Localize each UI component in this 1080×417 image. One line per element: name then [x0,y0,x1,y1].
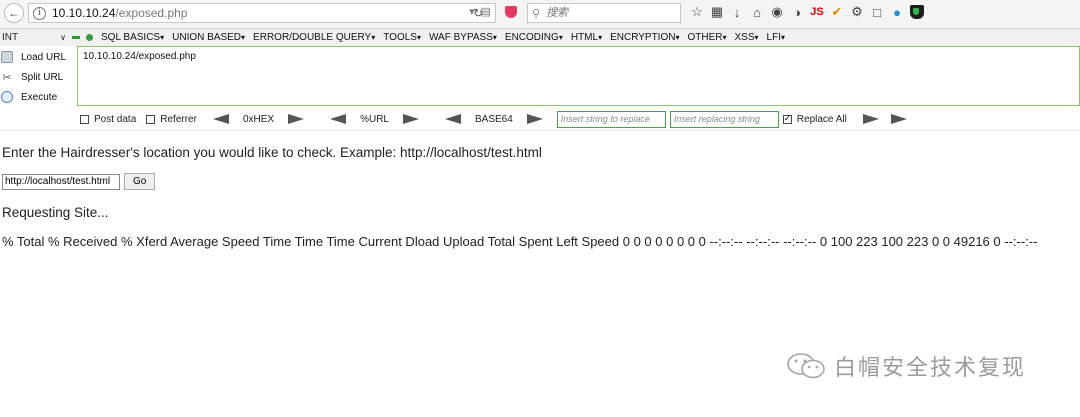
menu-label: ERROR/DOUBLE QUERY [253,32,372,43]
base64-encode-arrow-icon[interactable] [526,114,543,124]
chevron-down-icon: ∨ [60,33,66,42]
url-path: /exposed.php [115,6,188,20]
url-host: 10.10.10.24 [52,6,116,20]
checkbox-box-checked[interactable] [782,113,792,124]
screenshot-icon[interactable]: □ [870,5,884,20]
menu-label: LFI [766,32,781,43]
split-url-button[interactable]: ✂ Split URL [0,71,64,85]
menu-waf-bypass[interactable]: WAF BYPASS▾ [429,32,497,43]
replace-string-input[interactable]: Insert string to replace [556,110,666,128]
menu-encryption[interactable]: ENCRYPTION▾ [610,32,679,43]
bookmark-star-icon[interactable]: ☆ [690,4,704,20]
minus-icon[interactable] [72,36,80,39]
search-icon: ⚲ [532,7,541,20]
checkbox-box[interactable] [146,114,156,124]
referrer-checkbox[interactable]: Referrer [146,114,197,125]
divider [0,130,1080,131]
location-form: Go [2,173,156,190]
hex-decode-arrow-icon[interactable] [212,114,229,124]
globe-icon[interactable]: ● [890,5,904,20]
back-arrow-icon[interactable]: ← [4,3,24,23]
url-enc-label: %URL [360,113,389,125]
menu-xss[interactable]: XSS▾ [735,32,759,43]
post-data-checkbox[interactable]: Post data [80,114,136,125]
checkbox-box[interactable] [80,114,89,124]
menu-other[interactable]: OTHER▾ [687,32,726,43]
post-data-label: Post data [94,113,137,125]
shield-icon[interactable] [910,5,924,19]
address-text: 10.10.10.24/exposed.php [52,6,187,20]
split-url-label: Split URL [21,71,64,83]
menu-label: OTHER [687,32,723,43]
wechat-icon [787,353,825,379]
replacing-string-input[interactable]: Insert replacing string [669,110,779,128]
load-url-icon [1,51,13,63]
menu-label: SQL BASICS [101,32,161,43]
replace-all-label: Replace All [796,113,847,125]
menu-encoding[interactable]: ENCODING▾ [505,32,563,43]
referrer-label: Referrer [160,113,197,125]
menu-label: ENCRYPTION [610,32,676,43]
hackbar-menu: INT ∨ SQL BASICS▾ UNION BASED▾ ERROR/DOU… [0,29,1080,46]
pocket-icon[interactable] [505,6,517,18]
brush-icon[interactable]: ✔ [830,4,844,20]
replace-all-arrow-icon[interactable] [890,114,907,124]
info-icon[interactable]: i [33,6,46,20]
scissors-icon: ✂ [2,72,12,84]
menu-label: ENCODING [504,32,559,43]
browser-toolbar: ← i 10.10.10.24/exposed.php ▾ ▤ ↻ ⚲ ☆ ▦ … [0,0,1080,29]
palette-icon[interactable]: ◑ [790,5,804,20]
menu-html[interactable]: HTML▾ [571,32,602,43]
menu-sql-basics[interactable]: SQL BASICS▾ [101,32,164,43]
execute-icon [1,91,13,103]
url-encode-arrow-icon[interactable] [402,114,419,124]
go-button[interactable]: Go [124,173,156,190]
menu-tools[interactable]: TOOLS▾ [383,32,421,43]
hackbar-url-textarea[interactable]: 10.10.10.24/exposed.php [77,46,1080,106]
url-decode-arrow-icon[interactable] [330,114,347,124]
int-select-label: INT [2,32,19,43]
watermark-text: 白帽安全技术复现 [834,356,1027,381]
execute-button[interactable]: Execute [0,91,57,103]
menu-label: TOOLS [383,32,417,43]
requesting-text: Requesting Site... [2,205,109,220]
menu-label: UNION BASED [172,32,242,43]
hackbar-side-panel: Load URL ✂ Split URL Execute [0,47,76,108]
load-url-button[interactable]: Load URL [0,51,66,63]
replace-arrow-icon[interactable] [862,114,879,124]
home-icon[interactable]: ⌂ [750,5,764,20]
base64-label: BASE64 [474,113,513,125]
plus-icon[interactable] [86,34,93,41]
int-select[interactable]: INT ∨ [0,30,66,45]
page-prompt: Enter the Hairdresser's location you wou… [2,145,542,160]
menu-lfi[interactable]: LFI▾ [767,32,785,43]
curl-output: % Total % Received % Xferd Average Speed… [2,234,1038,249]
watermark: 白帽安全技术复现 [786,350,1026,382]
address-bar[interactable]: i 10.10.10.24/exposed.php ▾ ▤ [28,3,496,23]
search-input[interactable] [544,6,669,20]
hex-encode-arrow-icon[interactable] [288,114,305,124]
base64-decode-arrow-icon[interactable] [444,114,461,124]
execute-label: Execute [21,91,58,103]
menu-label: XSS [734,32,755,43]
reload-icon[interactable]: ↻ [473,6,483,20]
js-icon[interactable]: JS [810,6,824,18]
clipboard-icon[interactable]: ▦ [710,4,724,20]
gear-icon[interactable]: ⚙ [850,4,864,20]
hex-label: 0xHEX [242,113,275,125]
load-url-label: Load URL [21,51,67,63]
sync-icon[interactable]: ◉ [770,4,784,20]
toolbar-icons: ☆ ▦ ↓ ⌂ ◉ ◑ JS ✔ ⚙ □ ● [690,4,924,20]
menu-label: HTML [570,32,599,43]
menu-error-double-query[interactable]: ERROR/DOUBLE QUERY▾ [253,32,375,43]
menu-union-based[interactable]: UNION BASED▾ [172,32,245,43]
download-icon[interactable]: ↓ [730,5,744,20]
hackbar-options: Post data Referrer 0xHEX %URL BASE64 Ins… [0,108,1080,130]
search-box[interactable]: ⚲ [527,3,681,23]
menu-label: WAF BYPASS [428,32,493,43]
replace-all-checkbox[interactable]: Replace All [782,113,847,125]
location-input[interactable] [2,173,120,190]
